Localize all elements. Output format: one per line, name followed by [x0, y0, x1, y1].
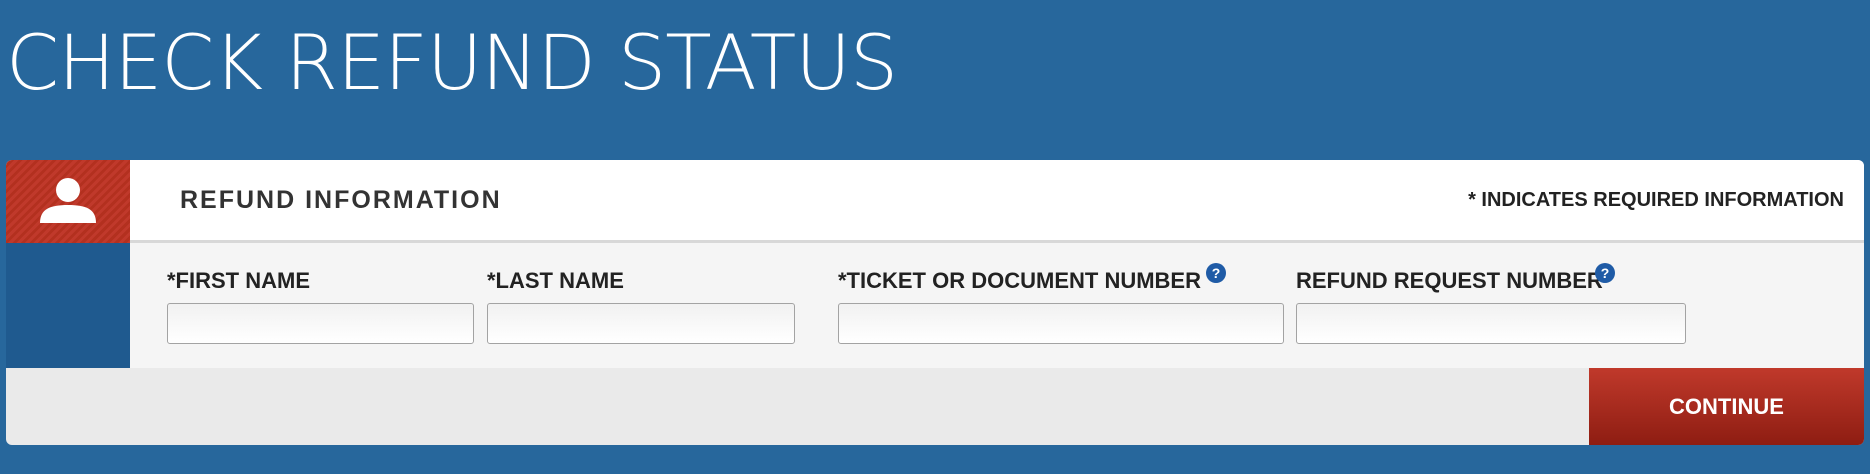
ticket-number-input[interactable]: [838, 303, 1284, 344]
first-name-label: *FIRST NAME: [167, 268, 310, 293]
ticket-number-help-icon[interactable]: ?: [1206, 263, 1226, 283]
refund-information-panel: REFUND INFORMATION * INDICATES REQUIRED …: [6, 160, 1864, 445]
ticket-number-label: *TICKET OR DOCUMENT NUMBER: [838, 268, 1201, 293]
page-title: CHECK REFUND STATUS: [6, 18, 898, 107]
refund-request-number-label: REFUND REQUEST NUMBER: [1296, 268, 1603, 293]
panel-header: REFUND INFORMATION * INDICATES REQUIRED …: [130, 160, 1864, 243]
first-name-input[interactable]: [167, 303, 474, 344]
user-icon: [40, 178, 96, 223]
panel-side-strip: [6, 243, 130, 368]
last-name-input[interactable]: [487, 303, 795, 344]
refund-request-number-help-icon[interactable]: ?: [1595, 263, 1615, 283]
refund-form: *FIRST NAME *LAST NAME *TICKET OR DOCUME…: [130, 243, 1864, 368]
panel-icon-cell: [6, 160, 130, 243]
last-name-label: *LAST NAME: [487, 268, 624, 293]
section-title: REFUND INFORMATION: [180, 186, 502, 214]
required-note: * INDICATES REQUIRED INFORMATION: [1468, 189, 1844, 211]
continue-button[interactable]: CONTINUE: [1589, 368, 1864, 445]
refund-request-number-input[interactable]: [1296, 303, 1686, 344]
